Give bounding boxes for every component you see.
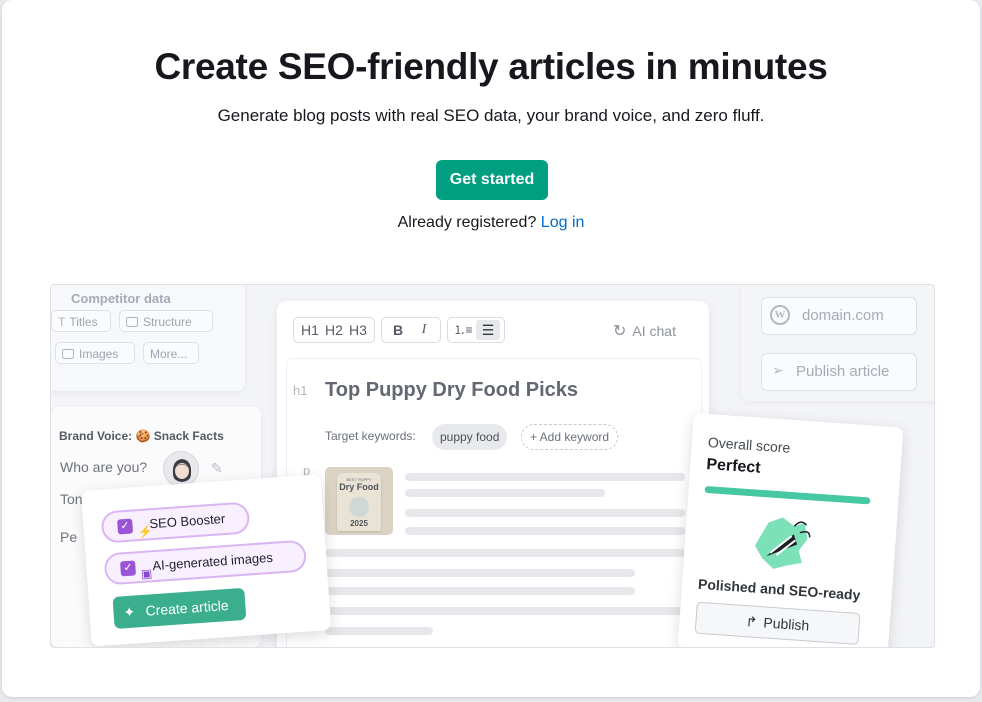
score-progress-bar: [704, 485, 871, 505]
avatar: [163, 451, 199, 487]
checkbox-checked-icon: ✓: [120, 560, 137, 577]
ai-images-option[interactable]: ✓ ▣ AI-generated images: [103, 539, 308, 586]
add-keyword-button[interactable]: + Add keyword: [521, 424, 619, 450]
hero-card: Create SEO-friendly articles in minutes …: [2, 0, 980, 697]
brand-voice-title: Brand Voice: 🍪 Snack Facts: [59, 429, 224, 443]
list-toolbar: ⒈≡ ☰: [447, 317, 505, 343]
structure-icon: [126, 317, 138, 327]
keywords-label: Target keywords:: [325, 429, 416, 443]
h1-button[interactable]: H1: [300, 318, 320, 342]
article-editor: H1 H2 H3 B I ⒈≡ ☰ ↻ AI chat h1 Top Puppy …: [277, 301, 709, 647]
text-placeholder-line: [405, 527, 685, 535]
publish-article-button[interactable]: ➢ Publish article: [761, 353, 917, 391]
format-toolbar: B I: [381, 317, 441, 343]
bullet-list-icon[interactable]: ☰: [476, 320, 500, 340]
share-arrow-icon: ↱: [745, 613, 759, 630]
score-caption: Polished and SEO-ready: [697, 575, 861, 604]
h3-button[interactable]: H3: [348, 318, 368, 342]
score-value: Perfect: [705, 456, 762, 477]
h1-tag: h1: [293, 383, 308, 398]
chip-more: More...: [143, 342, 199, 364]
italic-button[interactable]: I: [414, 318, 434, 342]
login-prompt-text: Already registered?: [397, 214, 537, 231]
ai-chat-button[interactable]: ↻ AI chat: [613, 321, 676, 341]
checkbox-checked-icon: ✓: [117, 518, 134, 535]
competitor-data-panel: Competitor data T Titles Structure Images…: [51, 285, 245, 391]
text-placeholder-line: [325, 607, 685, 615]
domain-value: domain.com: [802, 307, 884, 324]
text-placeholder-line: [405, 509, 685, 517]
image-icon: ▣: [140, 566, 153, 582]
login-link[interactable]: Log in: [541, 214, 585, 231]
party-popper-icon: [745, 511, 819, 576]
competitor-data-title: Competitor data: [71, 291, 171, 306]
text-placeholder-line: [405, 473, 685, 481]
chip-titles: T Titles: [51, 310, 111, 332]
h2-button[interactable]: H2: [324, 318, 344, 342]
publish-article-label: Publish article: [796, 363, 890, 380]
article-image: BEST PUPPY Dry Food 2025: [325, 467, 393, 535]
seo-booster-option[interactable]: ✓ ⚡ SEO Booster: [100, 501, 251, 544]
chip-structure: Structure: [119, 310, 213, 332]
sparkle-icon: ✦: [123, 603, 136, 621]
image-icon: [62, 349, 74, 359]
score-card: Overall score Perfect Polished and SEO-r…: [677, 413, 904, 647]
image-caption-year: 2025: [350, 519, 368, 528]
score-publish-button[interactable]: ↱ Publish: [694, 601, 861, 646]
edit-pencil-icon: ✎: [211, 460, 223, 476]
heading-toolbar: H1 H2 H3: [293, 317, 375, 343]
text-placeholder-line: [325, 587, 635, 595]
overall-score-label: Overall score: [707, 434, 791, 456]
dog-icon: [349, 497, 369, 517]
wordpress-icon: W: [770, 305, 790, 325]
image-caption-title: Dry Food: [339, 482, 379, 492]
text-placeholder-line: [325, 569, 635, 577]
page-title: Create SEO-friendly articles in minutes: [154, 46, 828, 87]
text-placeholder-line: [405, 489, 605, 497]
text-icon: T: [58, 315, 66, 329]
options-card: ✓ ⚡ SEO Booster ✓ ▣ AI-generated images …: [81, 474, 332, 647]
get-started-button[interactable]: Get started: [436, 160, 548, 200]
product-illustration: Competitor data T Titles Structure Images…: [50, 284, 935, 648]
bold-button[interactable]: B: [388, 318, 408, 342]
publish-panel: W domain.com ➢ Publish article: [741, 285, 934, 401]
article-title: Top Puppy Dry Food Picks: [325, 379, 578, 401]
keyword-chip: puppy food: [432, 424, 508, 450]
text-placeholder-line: [325, 549, 685, 557]
text-placeholder-line: [325, 627, 433, 635]
lightning-icon: ⚡: [137, 524, 154, 540]
domain-field[interactable]: W domain.com: [761, 297, 917, 335]
create-article-button[interactable]: ✦ Create article: [112, 587, 247, 629]
send-icon: ➢: [772, 362, 784, 378]
chip-images: Images: [55, 342, 135, 364]
persona-label: Pe: [60, 529, 78, 545]
page-subtitle: Generate blog posts with real SEO data, …: [217, 106, 765, 125]
who-are-you-label: Who are you?: [60, 459, 148, 475]
refresh-icon: ↻: [613, 323, 627, 340]
login-prompt: Already registered? Log in: [2, 214, 980, 232]
numbered-list-icon[interactable]: ⒈≡: [452, 318, 474, 342]
score-progress-fill: [704, 485, 871, 505]
document-body: h1 Top Puppy Dry Food Picks Target keywo…: [287, 359, 701, 647]
